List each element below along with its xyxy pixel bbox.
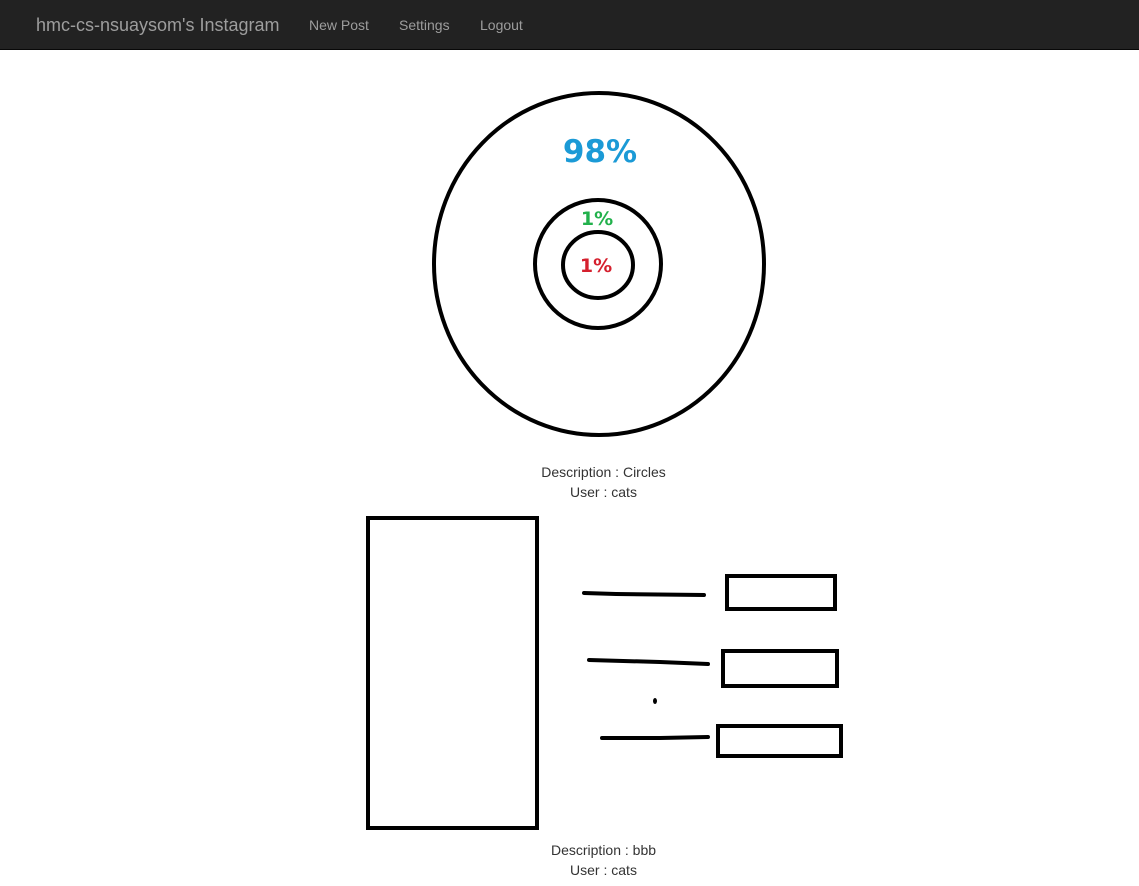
post-image-circles: 98% 1% 1% [432,91,766,437]
post-description: Description : bbb [550,842,657,858]
post-meta: Description : bbb User : cats [34,840,1139,880]
left-rectangle [366,516,539,830]
post-description: Description : Circles [541,464,666,480]
nav-logout[interactable]: Logout [480,16,523,34]
navbar: hmc-cs-nsuaysom's Instagram New Post Set… [0,0,1139,50]
post-image-wireframe [366,516,843,830]
post-meta: Description : Circles User : cats [34,462,1139,502]
nav-new-post[interactable]: New Post [309,16,369,34]
outer-percent-label: 98% [563,134,637,170]
box-3 [716,724,843,758]
post-user: User : cats [570,484,637,500]
nav-settings[interactable]: Settings [399,16,450,34]
post-user: User : cats [570,862,637,878]
brand-link[interactable]: hmc-cs-nsuaysom's Instagram [36,14,280,36]
line-2 [587,658,710,666]
box-2 [721,649,839,688]
box-1 [725,574,837,611]
dot-mark [653,698,657,704]
middle-percent-label: 1% [581,208,613,230]
inner-percent-label: 1% [580,255,612,277]
line-3 [600,735,710,740]
line-1 [582,591,706,597]
